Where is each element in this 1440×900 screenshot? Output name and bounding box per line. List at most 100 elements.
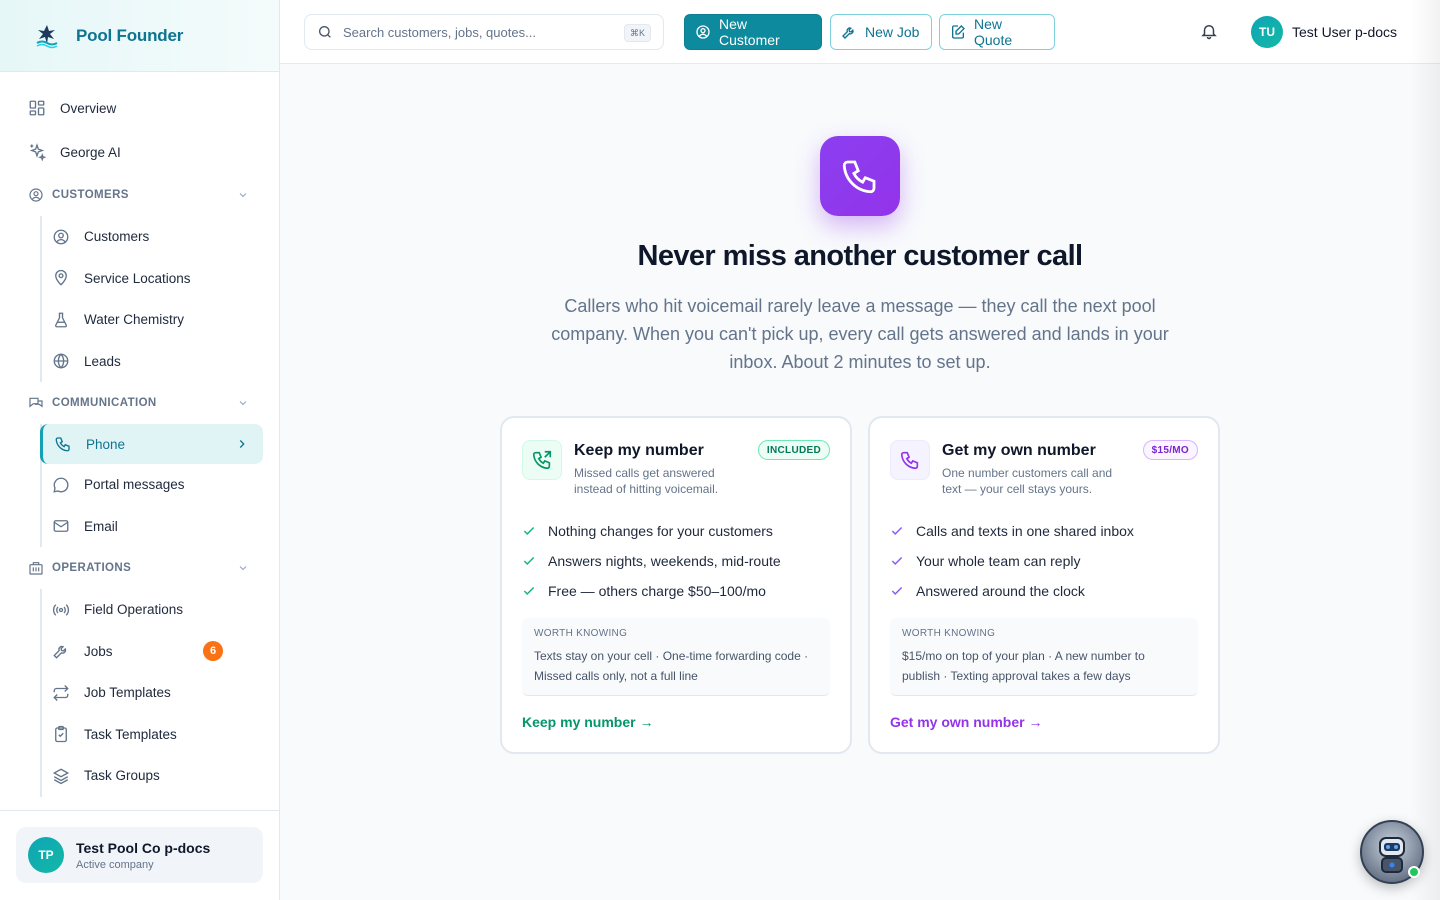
keep-number-link[interactable]: Keep my number → bbox=[522, 714, 653, 730]
chevron-down-icon[interactable] bbox=[237, 562, 249, 574]
sidebar-item-label: Customers bbox=[84, 229, 150, 245]
building-icon bbox=[28, 560, 44, 576]
sidebar-item-task-groups[interactable]: Task Groups bbox=[40, 755, 263, 797]
online-status-dot bbox=[1408, 866, 1420, 878]
section-customers[interactable]: CUSTOMERS bbox=[16, 174, 263, 216]
feature-item: Answered around the clock bbox=[890, 576, 1200, 606]
feature-text: Calls and texts in one shared inbox bbox=[916, 523, 1134, 539]
section-operations[interactable]: OPERATIONS bbox=[16, 547, 263, 589]
sidebar-item-label: Email bbox=[84, 518, 118, 534]
sidebar-item-label: Job Templates bbox=[84, 685, 171, 701]
own-number-link[interactable]: Get my own number → bbox=[890, 714, 1042, 730]
clipboard-icon bbox=[52, 725, 70, 743]
topbar: Search customers, jobs, quotes... ⌘K New… bbox=[280, 0, 1440, 64]
sidebar-item-label: Field Operations bbox=[84, 602, 184, 618]
feature-text: Your whole team can reply bbox=[916, 553, 1081, 569]
mail-icon bbox=[52, 517, 70, 535]
worth-knowing-note: WORTH KNOWING Texts stay on your cell · … bbox=[522, 618, 830, 696]
card-title: Get my own number bbox=[942, 442, 1096, 459]
phone-forward-icon bbox=[522, 440, 562, 480]
card-title: Keep my number bbox=[574, 442, 704, 459]
sidebar-item-water-chemistry[interactable]: Water Chemistry bbox=[40, 299, 263, 341]
search-input[interactable]: Search customers, jobs, quotes... ⌘K bbox=[304, 14, 664, 50]
phone-icon bbox=[820, 136, 900, 216]
sidebar-item-field-operations[interactable]: Field Operations bbox=[40, 589, 263, 631]
company-name: Test Pool Co p-docs bbox=[76, 839, 211, 856]
new-quote-button[interactable]: New Quote bbox=[939, 14, 1055, 50]
map-pin-icon bbox=[52, 269, 70, 287]
section-communication[interactable]: COMMUNICATION bbox=[16, 382, 263, 424]
check-icon bbox=[522, 554, 536, 568]
repeat-icon bbox=[52, 684, 70, 702]
check-icon bbox=[522, 584, 536, 598]
chevron-down-icon[interactable] bbox=[237, 189, 249, 201]
company-subtitle: Active company bbox=[76, 858, 154, 871]
user-menu[interactable]: TU Test User p-docs bbox=[1251, 16, 1397, 48]
assistant-bot-button[interactable] bbox=[1360, 820, 1424, 884]
search-placeholder: Search customers, jobs, quotes... bbox=[343, 24, 536, 40]
sidebar-item-job-templates[interactable]: Job Templates bbox=[40, 672, 263, 714]
sidebar-item-customers[interactable]: Customers bbox=[40, 216, 263, 258]
section-title: COMMUNICATION bbox=[52, 397, 157, 409]
page-subtitle: Callers who hit voicemail rarely leave a… bbox=[551, 296, 1169, 372]
chat-bubbles-icon bbox=[28, 395, 44, 411]
note-text: Texts stay on your cell · One-time forwa… bbox=[534, 649, 809, 683]
feature-text: Free — others charge $50–100/mo bbox=[548, 583, 766, 599]
company-avatar: TP bbox=[28, 837, 64, 873]
sparkles-icon bbox=[28, 143, 46, 161]
new-customer-label: New Customer bbox=[719, 16, 780, 48]
check-icon bbox=[890, 554, 904, 568]
feature-text: Answered around the clock bbox=[916, 583, 1085, 599]
company-card[interactable]: TP Test Pool Co p-docs Active company bbox=[16, 827, 263, 883]
sidebar-item-task-templates[interactable]: Task Templates bbox=[40, 714, 263, 756]
grid-icon bbox=[28, 99, 46, 117]
sidebar-item-label: Portal messages bbox=[84, 477, 185, 493]
operations-group: Field Operations Jobs 6 Job Templates Ta… bbox=[40, 589, 263, 797]
feature-text: Answers nights, weekends, mid-route bbox=[548, 553, 781, 569]
phone-icon bbox=[54, 435, 72, 453]
sidebar-item-email[interactable]: Email bbox=[40, 506, 263, 548]
sidebar-item-service-locations[interactable]: Service Locations bbox=[40, 258, 263, 300]
flask-icon bbox=[52, 311, 70, 329]
keep-number-card[interactable]: Keep my number INCLUDED Missed calls get… bbox=[500, 416, 852, 754]
brand-name: Pool Founder bbox=[76, 25, 184, 45]
sidebar-item-label: Jobs bbox=[84, 643, 113, 659]
feature-item: Your whole team can reply bbox=[890, 546, 1200, 576]
user-name: Test User p-docs bbox=[1292, 24, 1398, 40]
feature-item: Answers nights, weekends, mid-route bbox=[522, 546, 832, 576]
sidebar-item-label: George AI bbox=[60, 144, 121, 160]
brand[interactable]: Pool Founder bbox=[0, 0, 279, 72]
sidebar-item-jobs[interactable]: Jobs 6 bbox=[40, 631, 263, 673]
page-title: Never miss another customer call bbox=[637, 240, 1084, 272]
sidebar: Pool Founder Overview George AI CUSTOMER… bbox=[0, 0, 280, 900]
wrench-icon bbox=[52, 642, 70, 660]
sidebar-item-label: Water Chemistry bbox=[84, 312, 185, 328]
section-title: OPERATIONS bbox=[52, 562, 132, 574]
check-icon bbox=[890, 584, 904, 598]
price-badge: $15/MO bbox=[1142, 440, 1198, 460]
pool-founder-logo-icon bbox=[34, 23, 60, 49]
chevron-down-icon[interactable] bbox=[237, 397, 249, 409]
sidebar-item-phone[interactable]: Phone bbox=[40, 424, 263, 464]
own-number-card[interactable]: Get my own number $15/MO One number cust… bbox=[868, 416, 1220, 754]
wrench-icon bbox=[841, 24, 857, 40]
communication-group: Phone Portal messages Email bbox=[40, 424, 263, 547]
chat-bubble-icon bbox=[52, 476, 70, 494]
sidebar-item-label: Leads bbox=[84, 353, 121, 369]
sidebar-item-overview[interactable]: Overview bbox=[16, 86, 263, 130]
radio-icon bbox=[52, 601, 70, 619]
feature-text: Nothing changes for your customers bbox=[548, 523, 773, 539]
new-job-button[interactable]: New Job bbox=[830, 14, 932, 50]
note-text: $15/mo on top of your plan · A new numbe… bbox=[902, 649, 1145, 683]
user-circle-icon bbox=[28, 187, 44, 203]
customers-group: Customers Service Locations Water Chemis… bbox=[40, 216, 263, 382]
sidebar-item-portal-messages[interactable]: Portal messages bbox=[40, 464, 263, 506]
layers-icon bbox=[52, 767, 70, 785]
new-customer-button[interactable]: New Customer bbox=[684, 14, 822, 50]
sidebar-item-george-ai[interactable]: George AI bbox=[16, 130, 263, 174]
included-badge: INCLUDED bbox=[757, 440, 830, 460]
check-icon bbox=[522, 524, 536, 538]
sidebar-item-leads[interactable]: Leads bbox=[40, 341, 263, 383]
search-shortcut: ⌘K bbox=[623, 24, 651, 42]
bell-icon[interactable] bbox=[1200, 22, 1218, 40]
